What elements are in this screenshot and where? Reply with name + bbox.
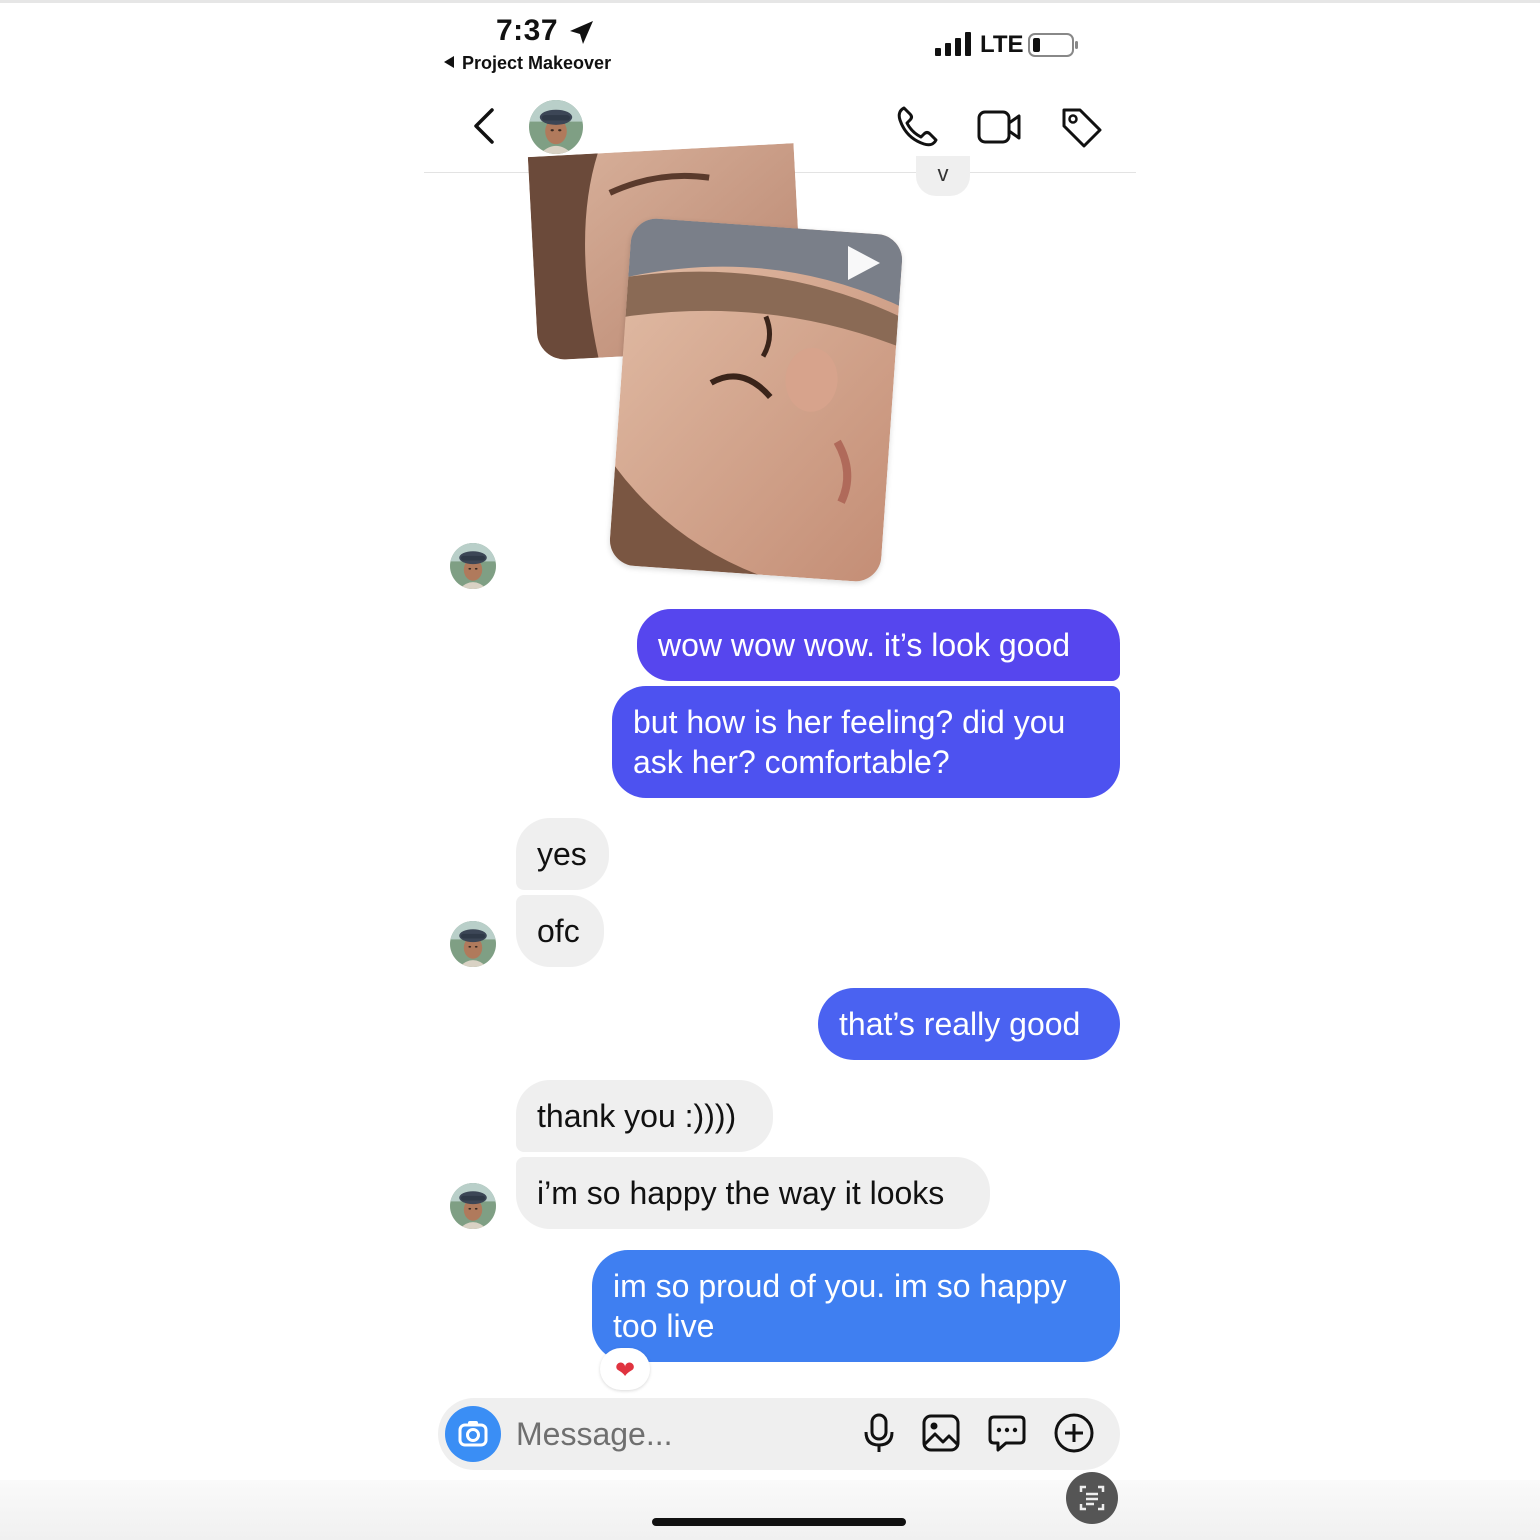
- avatar-image: [450, 921, 496, 967]
- avatar-image: [450, 543, 496, 589]
- scan-text-button[interactable]: [1066, 1472, 1118, 1524]
- message-outgoing[interactable]: wow wow wow. it’s look good: [637, 609, 1120, 681]
- message-outgoing[interactable]: but how is her feeling? did you ask her?…: [612, 686, 1120, 798]
- sender-avatar[interactable]: [450, 543, 496, 589]
- avatar-image: [529, 100, 583, 154]
- plus-icon[interactable]: [1053, 1412, 1095, 1454]
- back-app-label: Project Makeover: [462, 53, 612, 73]
- message-input[interactable]: [516, 1412, 836, 1456]
- tag-icon[interactable]: [1058, 104, 1104, 150]
- back-triangle-icon: [444, 56, 454, 68]
- camera-button[interactable]: [445, 1406, 501, 1462]
- back-to-app-link[interactable]: Project Makeover: [444, 53, 611, 74]
- location-arrow-icon: [570, 21, 593, 44]
- contact-avatar[interactable]: [529, 100, 583, 154]
- status-time: 7:37: [496, 14, 559, 47]
- sender-avatar[interactable]: [450, 921, 496, 967]
- battery-icon: [1028, 33, 1078, 57]
- back-chevron-icon[interactable]: [466, 104, 502, 148]
- heart-reaction[interactable]: ❤: [600, 1348, 650, 1390]
- network-label: LTE: [980, 31, 1024, 58]
- message-incoming[interactable]: ofc: [516, 895, 604, 967]
- sticker-icon[interactable]: [986, 1412, 1028, 1454]
- microphone-icon[interactable]: [858, 1412, 900, 1454]
- reply-indicator: v: [916, 156, 970, 196]
- camera-icon: [458, 1421, 488, 1447]
- play-icon[interactable]: [842, 242, 884, 284]
- video-camera-icon[interactable]: [976, 104, 1022, 150]
- bottom-safe-area: [0, 1480, 1540, 1540]
- message-incoming[interactable]: i’m so happy the way it looks: [516, 1157, 990, 1229]
- avatar-image: [450, 1183, 496, 1229]
- scan-text-icon: [1079, 1485, 1105, 1511]
- top-divider: [0, 0, 1540, 3]
- heart-icon: ❤: [614, 1357, 636, 1384]
- message-outgoing[interactable]: im so proud of you. im so happy too live: [592, 1250, 1120, 1362]
- cellular-signal-icon: [935, 32, 971, 56]
- message-incoming[interactable]: yes: [516, 818, 609, 890]
- sender-avatar[interactable]: [450, 1183, 496, 1229]
- message-outgoing[interactable]: that’s really good: [818, 988, 1120, 1060]
- phone-icon[interactable]: [894, 104, 940, 150]
- gallery-icon[interactable]: [920, 1412, 962, 1454]
- home-indicator[interactable]: [652, 1518, 906, 1526]
- message-incoming[interactable]: thank you :)))): [516, 1080, 773, 1152]
